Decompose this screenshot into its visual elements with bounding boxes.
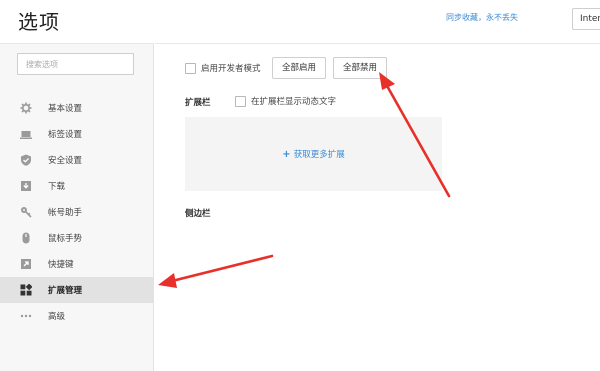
get-more-label: 获取更多扩展 <box>293 150 345 160</box>
sidebar-item-label: 帐号助手 <box>48 208 83 218</box>
sidebar-item-account[interactable]: 帐号助手 <box>0 199 153 225</box>
more-icon <box>20 314 32 318</box>
language-select[interactable]: Inter <box>572 8 600 30</box>
sidebar-item-label: 高级 <box>48 312 66 322</box>
gear-icon <box>20 102 32 114</box>
sidebar-item-label: 鼠标手势 <box>48 234 83 244</box>
sidebar-item-label: 扩展管理 <box>48 286 83 296</box>
sidebar-item-security[interactable]: 安全设置 <box>0 147 153 173</box>
sidebar-section-title: 侧边栏 <box>185 209 211 219</box>
extension-bar-title: 扩展栏 <box>185 98 211 108</box>
sidebar-item-label: 下载 <box>48 182 66 192</box>
key-icon <box>21 207 32 218</box>
get-more-extensions-link[interactable]: + 获取更多扩展 <box>185 148 442 160</box>
sidebar-item-label: 快捷键 <box>48 260 74 270</box>
header: 选项 同步收藏，永不丢失 Inter <box>0 0 600 40</box>
laptop-icon <box>20 131 32 139</box>
extension-bar-area: + 获取更多扩展 <box>185 117 442 191</box>
dev-mode-label: 启用开发者模式 <box>201 64 261 74</box>
sidebar-item-download[interactable]: 下载 <box>0 173 153 199</box>
dev-mode-checkbox[interactable] <box>185 63 196 74</box>
shield-icon <box>21 154 31 166</box>
sync-link[interactable]: 同步收藏，永不丢失 <box>446 12 518 23</box>
page-title: 选项 <box>18 10 60 34</box>
sidebar-item-label: 安全设置 <box>48 156 83 166</box>
download-icon <box>21 181 31 191</box>
plus-icon: + <box>282 149 291 160</box>
grid-icon <box>20 284 32 296</box>
sidebar-item-label: 基本设置 <box>48 104 83 114</box>
disable-all-button[interactable]: 全部禁用 <box>333 57 387 79</box>
sidebar-item-tabs[interactable]: 标签设置 <box>0 121 153 147</box>
show-dynamic-text-checkbox[interactable] <box>235 96 246 107</box>
show-dynamic-text-label: 在扩展栏显示动态文字 <box>251 97 337 107</box>
shortcut-icon <box>21 259 31 269</box>
sidebar-item-extensions[interactable]: 扩展管理 <box>0 277 153 303</box>
sidebar-item-basic[interactable]: 基本设置 <box>0 95 153 121</box>
sidebar-item-label: 标签设置 <box>48 130 83 140</box>
sidebar-item-shortcuts[interactable]: 快捷键 <box>0 251 153 277</box>
sidebar-menu: 基本设置 标签设置 安全设置 下载 帐号助手 鼠标手势 快捷键 扩展管理 高级 <box>0 95 153 329</box>
sidebar: 搜索选项 基本设置 标签设置 安全设置 下载 帐号助手 鼠标手势 快捷键 扩展管… <box>0 43 154 371</box>
sidebar-item-advanced[interactable]: 高级 <box>0 303 153 329</box>
enable-all-button[interactable]: 全部启用 <box>272 57 326 79</box>
sidebar-item-mouse-gesture[interactable]: 鼠标手势 <box>0 225 153 251</box>
extensions-panel: 启用开发者模式 全部启用 全部禁用 扩展栏 在扩展栏显示动态文字 + 获取更多扩展… <box>155 43 600 371</box>
search-input[interactable]: 搜索选项 <box>17 53 134 75</box>
mouse-icon <box>22 232 30 244</box>
